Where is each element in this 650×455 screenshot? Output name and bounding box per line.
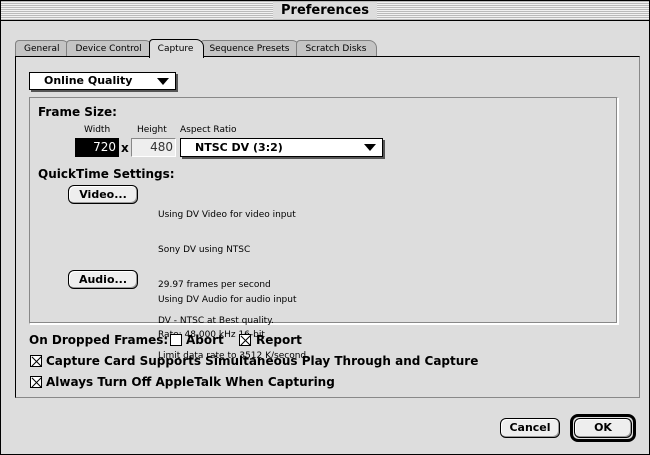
- abort-checkbox[interactable]: [170, 334, 182, 346]
- preferences-window: Preferences General Device Control Captu…: [0, 0, 650, 455]
- quality-popup-value: Online Quality: [44, 74, 133, 87]
- height-label: Height: [137, 125, 167, 135]
- settings-group-box: [29, 97, 618, 324]
- aspect-ratio-label: Aspect Ratio: [180, 125, 237, 135]
- aspect-ratio-popup[interactable]: NTSC DV (3:2): [180, 138, 383, 157]
- aspect-ratio-value: NTSC DV (3:2): [195, 141, 283, 154]
- simultaneous-playthrough-label[interactable]: Capture Card Supports Simultaneous Play …: [46, 354, 478, 368]
- video-settings-button[interactable]: Video...: [68, 185, 138, 204]
- appletalk-off-checkbox[interactable]: [30, 376, 42, 388]
- tab-sequence-presets[interactable]: Sequence Presets: [200, 40, 301, 57]
- abort-label[interactable]: Abort: [186, 333, 224, 347]
- width-label: Width: [84, 125, 111, 135]
- video-desc-line: Using DV Video for video input: [158, 209, 296, 220]
- dropped-frames-label: On Dropped Frames:: [29, 333, 169, 347]
- dimension-separator: x: [121, 141, 129, 155]
- popup-arrow-icon: [157, 78, 169, 85]
- frame-size-heading: Frame Size:: [38, 105, 117, 119]
- appletalk-off-label[interactable]: Always Turn Off AppleTalk When Capturing: [46, 375, 335, 389]
- tab-capture[interactable]: Capture: [148, 39, 205, 58]
- simultaneous-playthrough-checkbox[interactable]: [30, 355, 42, 367]
- width-field[interactable]: 720: [75, 138, 119, 157]
- tab-device-control[interactable]: Device Control: [66, 40, 153, 57]
- title-bar[interactable]: Preferences: [1, 1, 649, 21]
- audio-description: Using DV Audio for audio input Rate: 48.…: [158, 271, 296, 365]
- cancel-button[interactable]: Cancel: [500, 418, 560, 438]
- audio-settings-button[interactable]: Audio...: [68, 270, 138, 289]
- window-title: Preferences: [273, 2, 377, 19]
- video-desc-line: Sony DV using NTSC: [158, 244, 251, 255]
- tab-scratch-disks[interactable]: Scratch Disks: [296, 40, 378, 57]
- popup-arrow-icon: [364, 144, 376, 151]
- quality-popup[interactable]: Online Quality: [29, 72, 176, 90]
- tab-bar: General Device Control Capture Sequence …: [15, 39, 378, 58]
- report-label[interactable]: Report: [256, 333, 302, 347]
- quicktime-heading: QuickTime Settings:: [38, 167, 175, 181]
- report-checkbox[interactable]: [239, 334, 251, 346]
- ok-button[interactable]: OK: [574, 418, 632, 438]
- tab-general[interactable]: General: [15, 40, 71, 57]
- height-field[interactable]: 480: [131, 138, 176, 157]
- audio-desc-line: Using DV Audio for audio input: [158, 294, 297, 305]
